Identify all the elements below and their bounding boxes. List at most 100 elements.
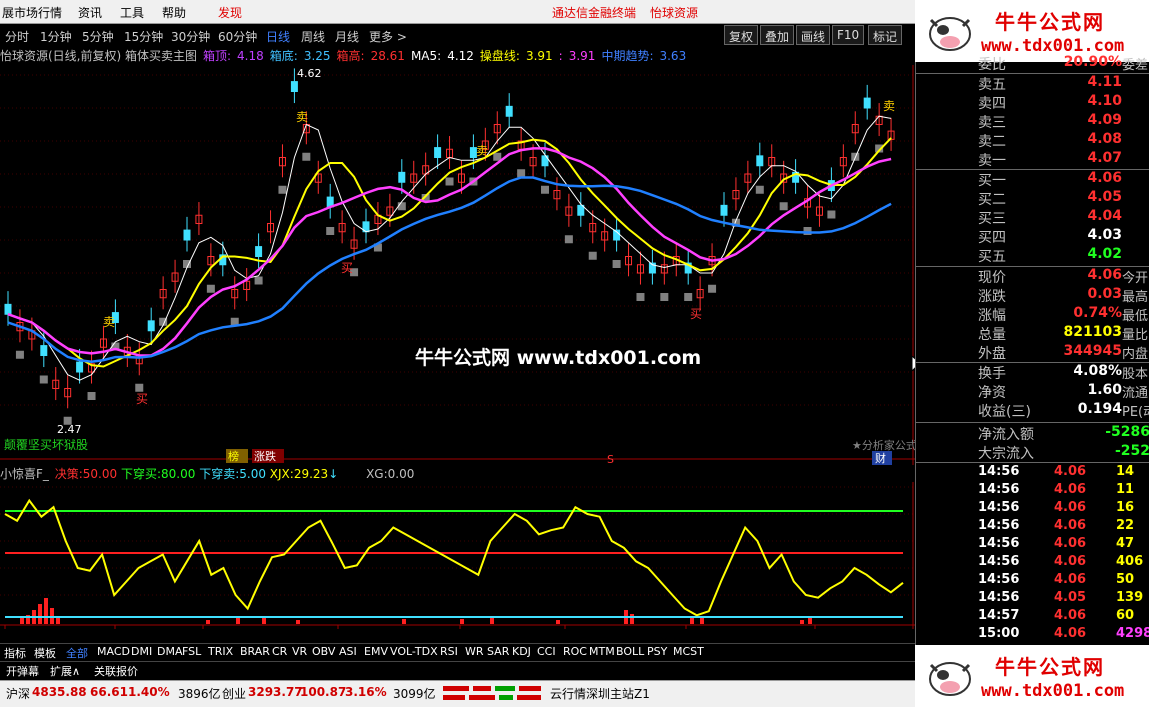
tab-boll[interactable]: BOLL — [616, 645, 644, 658]
period-30min[interactable]: 30分钟 — [171, 28, 210, 45]
tab-brar[interactable]: BRAR — [240, 645, 270, 658]
tab-template[interactable]: 模板 — [34, 645, 56, 661]
quote-value: 4.06 — [1087, 170, 1122, 186]
sell-signal: 卖 — [883, 99, 895, 113]
tab-indicator[interactable]: 指标 — [4, 645, 26, 661]
cy-index[interactable]: 3293.77 — [248, 685, 303, 699]
quote-row: 涨跌 0.03 最高 — [916, 286, 1149, 305]
tick-row: 14:56 4.06 50 — [916, 572, 1149, 590]
period-monthly[interactable]: 月线 — [335, 28, 359, 45]
menu-tools[interactable]: 工具 — [120, 4, 144, 21]
period-more[interactable]: 更多 > — [369, 28, 407, 45]
ratio-label: 委比 — [978, 57, 1006, 73]
quote-row: 卖四 4.10 — [916, 93, 1149, 112]
tick-time: 14:56 — [978, 518, 1020, 533]
tab-expand[interactable]: 扩展∧ — [50, 663, 80, 679]
tab-rsi[interactable]: RSI — [440, 645, 458, 658]
quote-label: 净资 — [978, 385, 1006, 401]
tab-macd[interactable]: MACD — [97, 645, 130, 658]
quote-row: 卖五 4.11 — [916, 74, 1149, 93]
period-weekly[interactable]: 周线 — [301, 28, 325, 45]
quote-value: -252 — [1114, 443, 1149, 459]
tick-volume: 22 — [1116, 518, 1135, 533]
quote-row: 收益(三) 0.194PE(动) — [916, 401, 1149, 420]
xjx-line — [4, 498, 904, 617]
quote-value: 821103 — [1063, 324, 1122, 340]
period-15min[interactable]: 15分钟 — [124, 28, 163, 45]
mark-button[interactable]: 标记 — [868, 25, 903, 45]
quote-label: 卖五 — [978, 77, 1006, 93]
sub-indicator-chart[interactable]: 100.0080.0060.0040.0020.00 2021年2345678 … — [0, 482, 915, 629]
f10-button[interactable]: F10 — [832, 25, 865, 45]
tick-price: 4.06 — [1054, 482, 1087, 497]
tab-vol-tdx[interactable]: VOL-TDX — [390, 645, 438, 658]
tick-row: 15:00 4.06 4298 — [916, 626, 1149, 644]
period-daily[interactable]: 日线 — [266, 28, 290, 45]
quote-row: 卖三 4.09 — [916, 112, 1149, 131]
period-tick[interactable]: 分时 — [5, 28, 29, 45]
buy-signal: 买 — [341, 261, 353, 275]
tab-mcst[interactable]: MCST — [673, 645, 704, 658]
menu-discover[interactable]: 发现 — [218, 4, 242, 21]
tag-updown[interactable]: 涨跌 — [254, 449, 276, 463]
tab-kdj[interactable]: KDJ — [512, 645, 531, 658]
ratio-row: 委比 20.90% 委差 — [916, 54, 1149, 73]
tab-emv[interactable]: EMV — [364, 645, 388, 658]
tick-time: 14:56 — [978, 482, 1020, 497]
tag-rank[interactable]: 榜 — [228, 449, 239, 463]
tab-wr[interactable]: WR — [465, 645, 484, 658]
server-name[interactable]: 云行情深圳主站Z1 — [550, 685, 650, 702]
overlay-button[interactable]: 叠加 — [760, 25, 795, 45]
period-1min[interactable]: 1分钟 — [40, 28, 72, 45]
tab-trix[interactable]: TRIX — [208, 645, 233, 658]
cross-sell-value: 5.00 — [239, 467, 266, 481]
tag-s: S — [607, 453, 614, 465]
draw-button[interactable]: 画线 — [796, 25, 831, 45]
quote-extra-label: 股本 — [1122, 367, 1149, 382]
tab-dmi[interactable]: DMI — [131, 645, 152, 658]
time-tick: 2021年 — [7, 628, 46, 629]
quote-extra-label: 内盘 — [1122, 347, 1149, 362]
menu-news[interactable]: 资讯 — [78, 4, 102, 21]
quote-value: 4.09 — [1087, 112, 1122, 128]
tab-roc[interactable]: ROC — [563, 645, 587, 658]
quote-extra-label: 今开 — [1122, 271, 1149, 286]
quote-value: 344945 — [1063, 343, 1122, 359]
tab-psy[interactable]: PSY — [647, 645, 667, 658]
tab-obv[interactable]: OBV — [312, 645, 335, 658]
tick-time: 15:00 — [978, 626, 1020, 641]
tab-mtm[interactable]: MTM — [589, 645, 615, 658]
tab-cr[interactable]: CR — [272, 645, 287, 658]
tab-asi[interactable]: ASI — [339, 645, 357, 658]
cross-buy-label: 下穿买: — [120, 467, 162, 481]
tick-price: 4.06 — [1054, 518, 1087, 533]
main-kline-chart[interactable]: 4.604.404.204.003.803.603.403.203.002.80… — [0, 65, 915, 465]
quote-label: 买五 — [978, 249, 1006, 265]
ma5-value: 4.12 — [447, 49, 474, 63]
tick-volume: 50 — [1116, 572, 1135, 587]
tab-fsl[interactable]: FSL — [182, 645, 201, 658]
sh-index[interactable]: 4835.88 — [32, 685, 87, 699]
tab-cci[interactable]: CCI — [537, 645, 556, 658]
sh-label: 沪深 — [6, 687, 31, 701]
tab-danmaku[interactable]: 开弹幕 — [6, 663, 39, 679]
tag-finance[interactable]: 财 — [875, 451, 886, 465]
quote-value: 4.10 — [1087, 93, 1122, 109]
menu-help[interactable]: 帮助 — [162, 4, 186, 21]
menu-market[interactable]: 展市场行情 — [2, 4, 62, 21]
tab-sar[interactable]: SAR — [487, 645, 509, 658]
tick-volume: 60 — [1116, 608, 1135, 623]
ma5-label: MA5: — [410, 49, 442, 63]
sh-amount: 3896亿 — [178, 687, 221, 701]
market-breadth-icon — [443, 686, 541, 700]
adjust-button[interactable]: 复权 — [724, 25, 759, 45]
period-5min[interactable]: 5分钟 — [82, 28, 114, 45]
period-60min[interactable]: 60分钟 — [218, 28, 257, 45]
tab-all[interactable]: 全部 — [66, 645, 88, 661]
tab-vr[interactable]: VR — [292, 645, 307, 658]
xg-label: XG: — [366, 467, 388, 481]
extra-tabs: 开弹幕 扩展∧ 关联报价 — [0, 661, 915, 679]
quote-panel: 委比 20.90% 委差 卖五 4.11 卖四 4.10 卖三 4.09 卖二 4.08 卖一 4… — [915, 54, 1149, 645]
tab-related-quotes[interactable]: 关联报价 — [94, 663, 138, 679]
tab-dma[interactable]: DMA — [157, 645, 183, 658]
